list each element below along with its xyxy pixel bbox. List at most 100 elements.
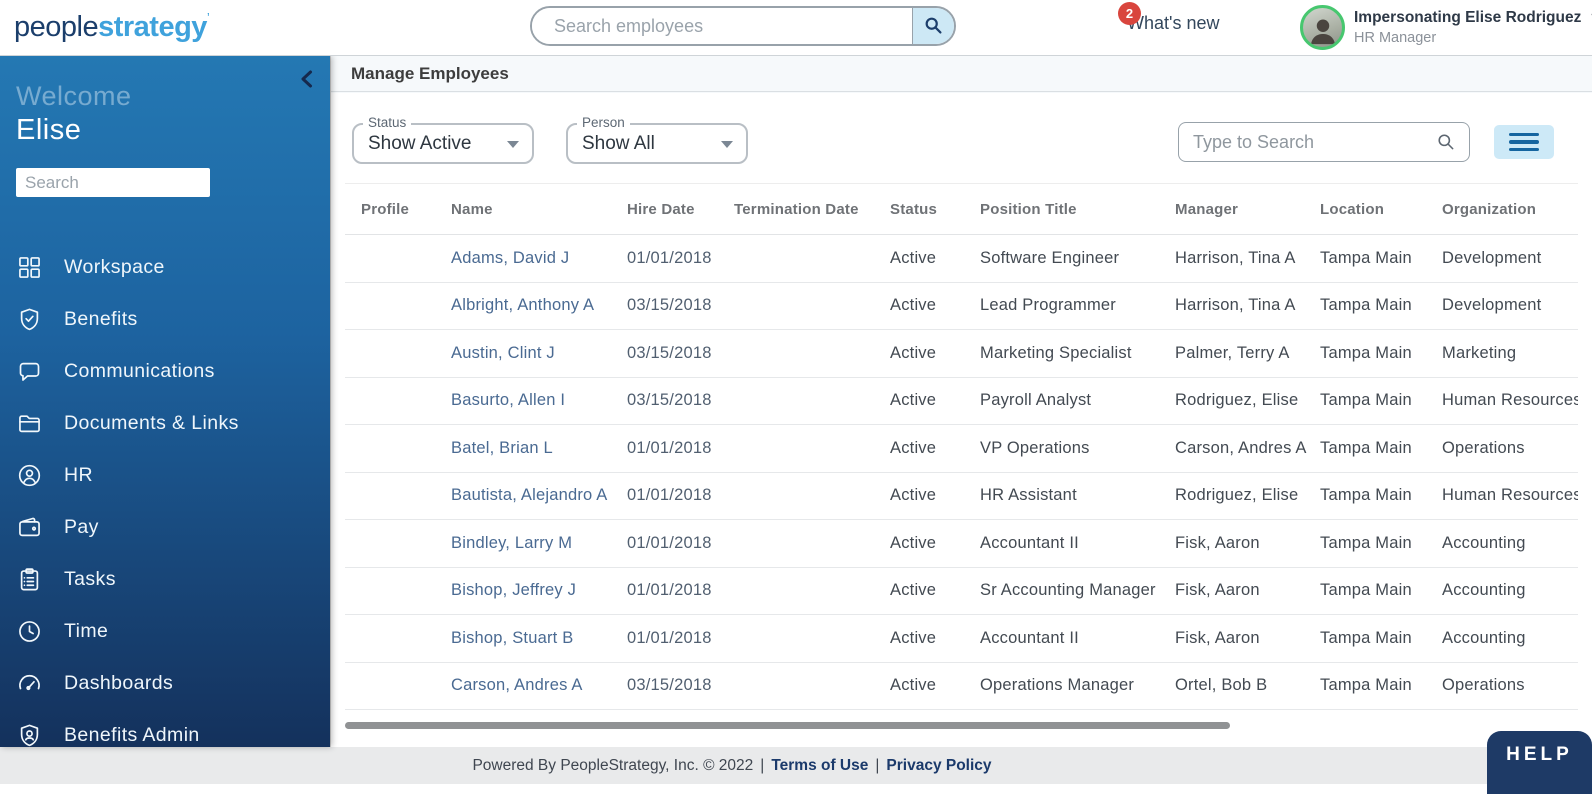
sidebar-item-pay[interactable]: Pay [0,501,330,553]
pay-wallet-icon [16,514,43,541]
employee-name-link[interactable]: Bindley, Larry M [435,520,611,568]
person-silhouette-icon [1306,13,1340,47]
sidebar-search-input[interactable] [16,168,210,197]
hire-date-cell: 01/01/2018 [611,520,718,568]
profile-cell [345,282,435,330]
benefits-admin-shield-user-icon [16,722,43,748]
location-cell: Tampa Main [1304,520,1426,568]
terms-of-use-link[interactable]: Terms of Use [771,757,868,775]
status-cell: Active [874,520,964,568]
employee-name-link[interactable]: Bishop, Stuart B [435,615,611,663]
user-menu[interactable]: Impersonating Elise Rodriguez HR Manager [1354,9,1592,46]
hamburger-icon [1509,133,1539,137]
column-header-hire-date[interactable]: Hire Date [611,184,718,235]
column-header-name[interactable]: Name [435,184,611,235]
termination-date-cell [718,520,874,568]
table-row: Basurto, Allen I 03/15/2018 Active Payro… [345,377,1578,425]
sidebar-item-label: Documents & Links [64,412,239,435]
employee-name-link[interactable]: Austin, Clint J [435,330,611,378]
employee-name-link[interactable]: Basurto, Allen I [435,377,611,425]
termination-date-cell [718,377,874,425]
sidebar-item-communications[interactable]: Communications [0,345,330,397]
column-header-position-title[interactable]: Position Title [964,184,1159,235]
whats-new-link[interactable]: 2 What's new [1127,13,1219,34]
location-cell: Tampa Main [1304,425,1426,473]
termination-date-cell [718,615,874,663]
status-cell: Active [874,235,964,283]
status-cell: Active [874,377,964,425]
employee-name-link[interactable]: Bishop, Jeffrey J [435,567,611,615]
welcome-block: Welcome Elise [0,56,330,147]
sidebar-item-label: Pay [64,516,99,539]
employee-search-button[interactable] [912,8,954,44]
table-search-input[interactable] [1179,132,1436,153]
employee-search-input[interactable] [532,8,912,44]
sidebar-item-benefits-admin[interactable]: Benefits Admin [0,709,330,747]
manager-cell: Fisk, Aaron [1159,567,1304,615]
manager-cell: Palmer, Terry A [1159,330,1304,378]
status-filter-select[interactable]: Status Show Active [352,123,534,164]
organization-cell: Accounting [1426,567,1578,615]
sidebar-item-workspace[interactable]: Workspace [0,241,330,293]
page-title: Manage Employees [351,64,509,84]
hamburger-icon [1509,140,1539,144]
column-header-profile[interactable]: Profile [345,184,435,235]
person-filter-label: Person [577,115,630,130]
sidebar-item-label: Dashboards [64,672,173,695]
avatar[interactable] [1300,5,1345,50]
position-title-cell: Marketing Specialist [964,330,1159,378]
sidebar-item-time[interactable]: Time [0,605,330,657]
status-cell: Active [874,615,964,663]
help-button[interactable]: HELP [1487,731,1592,794]
sidebar-item-label: Benefits [64,308,138,331]
position-title-cell: Sr Accounting Manager [964,567,1159,615]
status-cell: Active [874,425,964,473]
caret-down-icon [721,141,733,148]
column-header-organization[interactable]: Organization [1426,184,1578,235]
welcome-user-name: Elise [16,114,330,147]
hire-date-cell: 01/01/2018 [611,567,718,615]
employee-name-link[interactable]: Batel, Brian L [435,425,611,473]
employee-name-link[interactable]: Carson, Andres A [435,662,611,710]
peoplestrategy-logo[interactable]: peoplestrategy’ [14,10,209,44]
sidebar-item-hr[interactable]: HR [0,449,330,501]
position-title-cell: Payroll Analyst [964,377,1159,425]
location-cell: Tampa Main [1304,235,1426,283]
employee-table: ProfileNameHire DateTermination DateStat… [345,183,1578,710]
column-header-manager[interactable]: Manager [1159,184,1304,235]
sidebar-item-dashboards[interactable]: Dashboards [0,657,330,709]
location-cell: Tampa Main [1304,472,1426,520]
table-menu-button[interactable] [1494,125,1554,159]
termination-date-cell [718,567,874,615]
hire-date-cell: 01/01/2018 [611,472,718,520]
termination-date-cell [718,472,874,520]
employee-name-link[interactable]: Albright, Anthony A [435,282,611,330]
employee-name-link[interactable]: Bautista, Alejandro A [435,472,611,520]
table-row: Carson, Andres A 03/15/2018 Active Opera… [345,662,1578,710]
person-filter-value: Show All [582,133,655,155]
whats-new-label: What's new [1127,13,1219,33]
location-cell: Tampa Main [1304,615,1426,663]
termination-date-cell [718,425,874,473]
manager-cell: Rodriguez, Elise [1159,377,1304,425]
column-header-termination-date[interactable]: Termination Date [718,184,874,235]
person-filter-select[interactable]: Person Show All [566,123,748,164]
sidebar-item-label: Tasks [64,568,116,591]
organization-cell: Operations [1426,425,1578,473]
profile-cell [345,662,435,710]
sidebar-collapse-button[interactable] [299,69,314,89]
table-row: Bishop, Jeffrey J 01/01/2018 Active Sr A… [345,567,1578,615]
sidebar-item-tasks[interactable]: Tasks [0,553,330,605]
table-row: Bindley, Larry M 01/01/2018 Active Accou… [345,520,1578,568]
employee-name-link[interactable]: Adams, David J [435,235,611,283]
column-header-status[interactable]: Status [874,184,964,235]
column-header-location[interactable]: Location [1304,184,1426,235]
sidebar-item-documents-links[interactable]: Documents & Links [0,397,330,449]
position-title-cell: HR Assistant [964,472,1159,520]
horizontal-scrollbar-thumb[interactable] [345,722,1230,729]
privacy-policy-link[interactable]: Privacy Policy [886,757,991,775]
sidebar-item-benefits[interactable]: Benefits [0,293,330,345]
table-row: Austin, Clint J 03/15/2018 Active Market… [345,330,1578,378]
sidebar-item-label: Communications [64,360,215,383]
search-icon [923,15,945,37]
